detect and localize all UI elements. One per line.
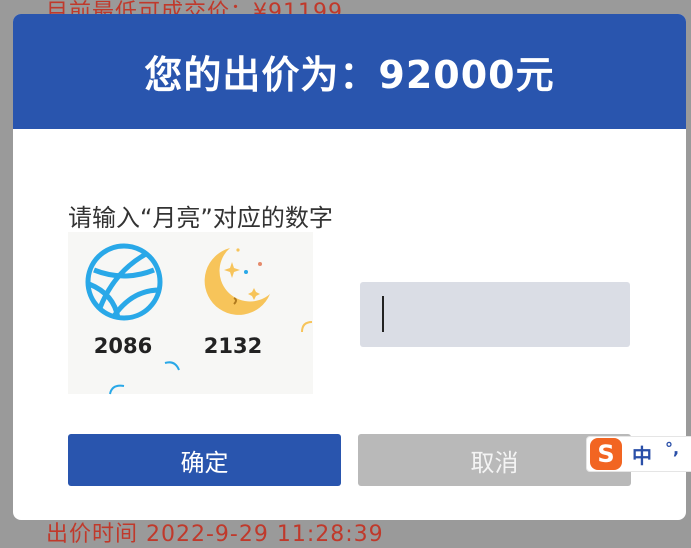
captcha-number: 2132	[203, 334, 263, 358]
decoration-arc-icon	[301, 321, 313, 333]
captcha-image: 2086 2132	[68, 232, 313, 395]
moon-icon	[204, 248, 270, 315]
text-caret	[382, 296, 384, 332]
sogou-logo-icon[interactable]: S	[590, 438, 622, 470]
ime-mode-toggle[interactable]: 中	[632, 440, 652, 469]
decoration-arc-icon	[109, 384, 125, 395]
decoration-arc-icon	[164, 361, 180, 371]
captcha-number: 2086	[93, 334, 153, 358]
dialog-title: 您的出价为：92000元	[13, 14, 686, 129]
ime-status-bar[interactable]: S 中 °,	[586, 436, 691, 472]
basketball-icon	[85, 243, 163, 321]
captcha-prompt: 请输入“月亮”对应的数字	[68, 204, 333, 232]
ime-punctuation-toggle[interactable]: °,	[665, 439, 679, 458]
captcha-answer-input[interactable]	[360, 282, 630, 347]
background-bid-time: 出价时间 2022-9-29 11:28:39	[46, 522, 384, 547]
captcha-item-basketball: 2086	[78, 242, 168, 362]
confirm-button[interactable]: 确定	[68, 434, 341, 486]
captcha-item-moon: 2132	[188, 242, 278, 362]
